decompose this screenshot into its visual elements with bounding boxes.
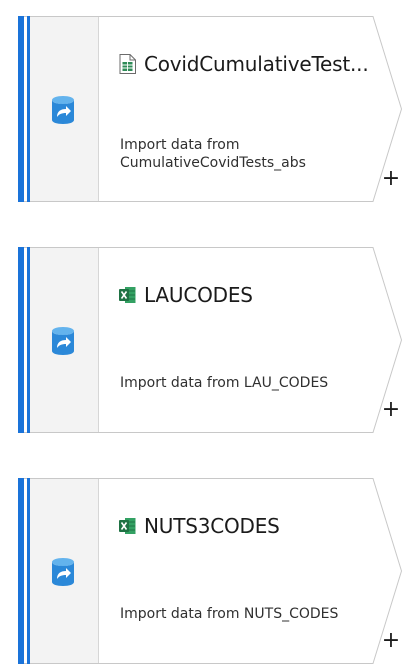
- dataverse-import-icon: [52, 327, 74, 355]
- step-accent-bar: [18, 478, 24, 664]
- step-icon-strip: [30, 17, 99, 201]
- dataflow-step-laucodes[interactable]: LAUCODES Import data from LAU_CODES +: [18, 247, 403, 433]
- dataflow-step-covid-cumulative-tests[interactable]: CovidCumulativeTest... Import data from …: [18, 16, 403, 202]
- step-icon-strip: [30, 479, 99, 663]
- step-title-row: CovidCumulativeTest...: [119, 52, 369, 76]
- dataflow-canvas: CovidCumulativeTest... Import data from …: [0, 0, 414, 672]
- dataverse-import-icon: [52, 558, 74, 586]
- step-accent-bar: [18, 16, 24, 202]
- step-description: Import data from NUTS_CODES: [120, 606, 339, 622]
- csv-file-icon: [119, 54, 136, 74]
- step-title-row: NUTS3CODES: [119, 514, 280, 538]
- excel-file-icon: [119, 287, 136, 303]
- step-title-row: LAUCODES: [119, 283, 253, 307]
- add-step-button[interactable]: +: [380, 399, 402, 421]
- dataverse-import-icon: [52, 96, 74, 124]
- step-description: Import data from CumulativeCovidTests_ab…: [120, 137, 306, 171]
- step-description: Import data from LAU_CODES: [120, 375, 329, 391]
- step-title: LAUCODES: [144, 283, 253, 307]
- add-step-button[interactable]: +: [380, 168, 402, 190]
- step-title: NUTS3CODES: [144, 514, 280, 538]
- step-icon-strip: [30, 248, 99, 432]
- step-accent-bar: [18, 247, 24, 433]
- excel-file-icon: [119, 518, 136, 534]
- step-title: CovidCumulativeTest...: [144, 52, 369, 76]
- dataflow-step-nuts3codes[interactable]: NUTS3CODES Import data from NUTS_CODES +: [18, 478, 403, 664]
- add-step-button[interactable]: +: [380, 630, 402, 652]
